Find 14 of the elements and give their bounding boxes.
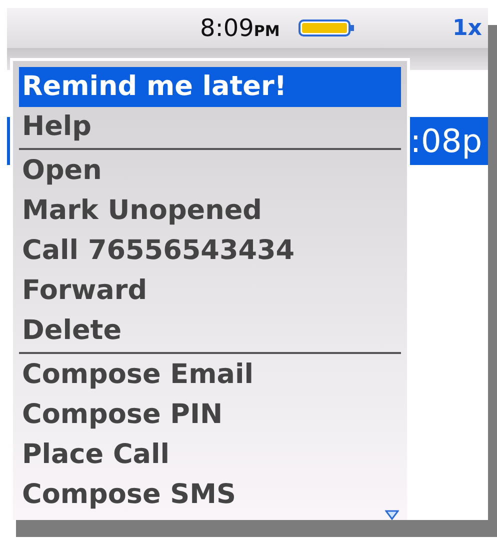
network-indicator: 1x bbox=[452, 16, 482, 40]
battery-icon bbox=[298, 18, 356, 38]
menu-item[interactable]: Remind me later! bbox=[19, 67, 401, 107]
menu-item[interactable]: Place Call bbox=[19, 435, 401, 475]
menu-item[interactable]: Compose Email bbox=[19, 355, 401, 395]
menu-item[interactable]: Mark Unopened bbox=[19, 191, 401, 231]
menu-item[interactable]: Delete bbox=[19, 311, 401, 351]
menu-item[interactable]: Call 76556543434 bbox=[19, 231, 401, 271]
menu-item[interactable]: Compose PIN bbox=[19, 395, 401, 435]
menu-item[interactable]: Open bbox=[19, 151, 401, 191]
menu-item[interactable]: Forward bbox=[19, 271, 401, 311]
menu-item[interactable]: Compose SMS bbox=[19, 475, 401, 515]
clock-time: 8:09PM bbox=[200, 14, 280, 42]
menu-item[interactable]: Help bbox=[19, 107, 401, 147]
